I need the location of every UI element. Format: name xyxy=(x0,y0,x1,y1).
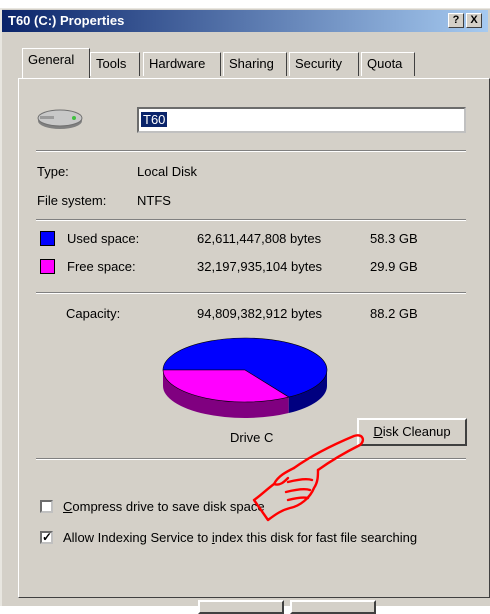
free-space-swatch xyxy=(40,259,55,274)
type-label: Type: xyxy=(37,164,69,179)
window-title: T60 (C:) Properties xyxy=(8,13,125,28)
compress-checkbox[interactable] xyxy=(40,500,53,513)
tab-quota[interactable]: Quota xyxy=(361,52,415,76)
pointing-hand-icon xyxy=(252,434,365,522)
used-space-gb: 58.3 GB xyxy=(370,231,418,246)
ok-button[interactable] xyxy=(198,600,284,614)
compress-label[interactable]: Compress drive to save disk space xyxy=(63,499,265,514)
type-value: Local Disk xyxy=(137,164,197,179)
tab-label: Sharing xyxy=(229,56,274,71)
tab-sharing[interactable]: Sharing xyxy=(223,52,287,76)
divider xyxy=(36,292,466,294)
file-system-label: File system: xyxy=(37,193,107,208)
divider xyxy=(36,219,466,221)
disk-cleanup-mnemonic: D xyxy=(373,424,383,439)
divider xyxy=(36,150,466,152)
tab-hardware[interactable]: Hardware xyxy=(143,52,221,76)
cancel-button[interactable] xyxy=(290,600,376,614)
drive-name-input[interactable]: T60 xyxy=(137,107,466,133)
free-space-label: Free space: xyxy=(67,259,136,274)
free-space-gb: 29.9 GB xyxy=(370,259,418,274)
disk-usage-pie-chart xyxy=(162,337,328,418)
compress-label-text: ompress drive to save disk space xyxy=(72,499,265,514)
indexing-label[interactable]: Allow Indexing Service to index this dis… xyxy=(63,530,417,545)
disk-cleanup-label: isk Cleanup xyxy=(382,424,451,439)
capacity-bytes: 94,809,382,912 bytes xyxy=(197,306,323,321)
tab-label: General xyxy=(28,52,75,67)
drive-name-value: T60 xyxy=(141,112,168,127)
title-bar[interactable]: T60 (C:) Properties ? X xyxy=(2,10,488,32)
close-button[interactable]: X xyxy=(466,13,482,28)
tab-label: Hardware xyxy=(149,56,206,71)
indexing-label-text: ndex this disk for fast file searching xyxy=(214,530,418,545)
indexing-label-pre: Allow Indexing Service to xyxy=(63,530,212,545)
capacity-gb: 88.2 GB xyxy=(370,306,418,321)
tab-tools[interactable]: Tools xyxy=(90,52,140,76)
compress-mnemonic: C xyxy=(63,499,73,514)
file-system-value: NTFS xyxy=(137,193,171,208)
hard-drive-icon xyxy=(37,109,83,129)
tab-general[interactable]: General xyxy=(22,48,90,78)
tab-security[interactable]: Security xyxy=(289,52,359,76)
tab-label: Tools xyxy=(96,56,127,71)
used-space-bytes: 62,611,447,808 bytes xyxy=(197,231,322,246)
used-space-swatch xyxy=(40,231,55,246)
capacity-label: Capacity: xyxy=(66,306,121,321)
indexing-checkbox[interactable]: ✓ xyxy=(40,531,53,544)
tab-label: Security xyxy=(295,56,342,71)
free-space-bytes: 32,197,935,104 bytes xyxy=(197,259,323,274)
used-space-label: Used space: xyxy=(67,231,140,246)
help-button[interactable]: ? xyxy=(448,13,464,28)
tab-label: Quota xyxy=(367,56,403,71)
disk-cleanup-button[interactable]: Disk Cleanup xyxy=(357,418,467,446)
